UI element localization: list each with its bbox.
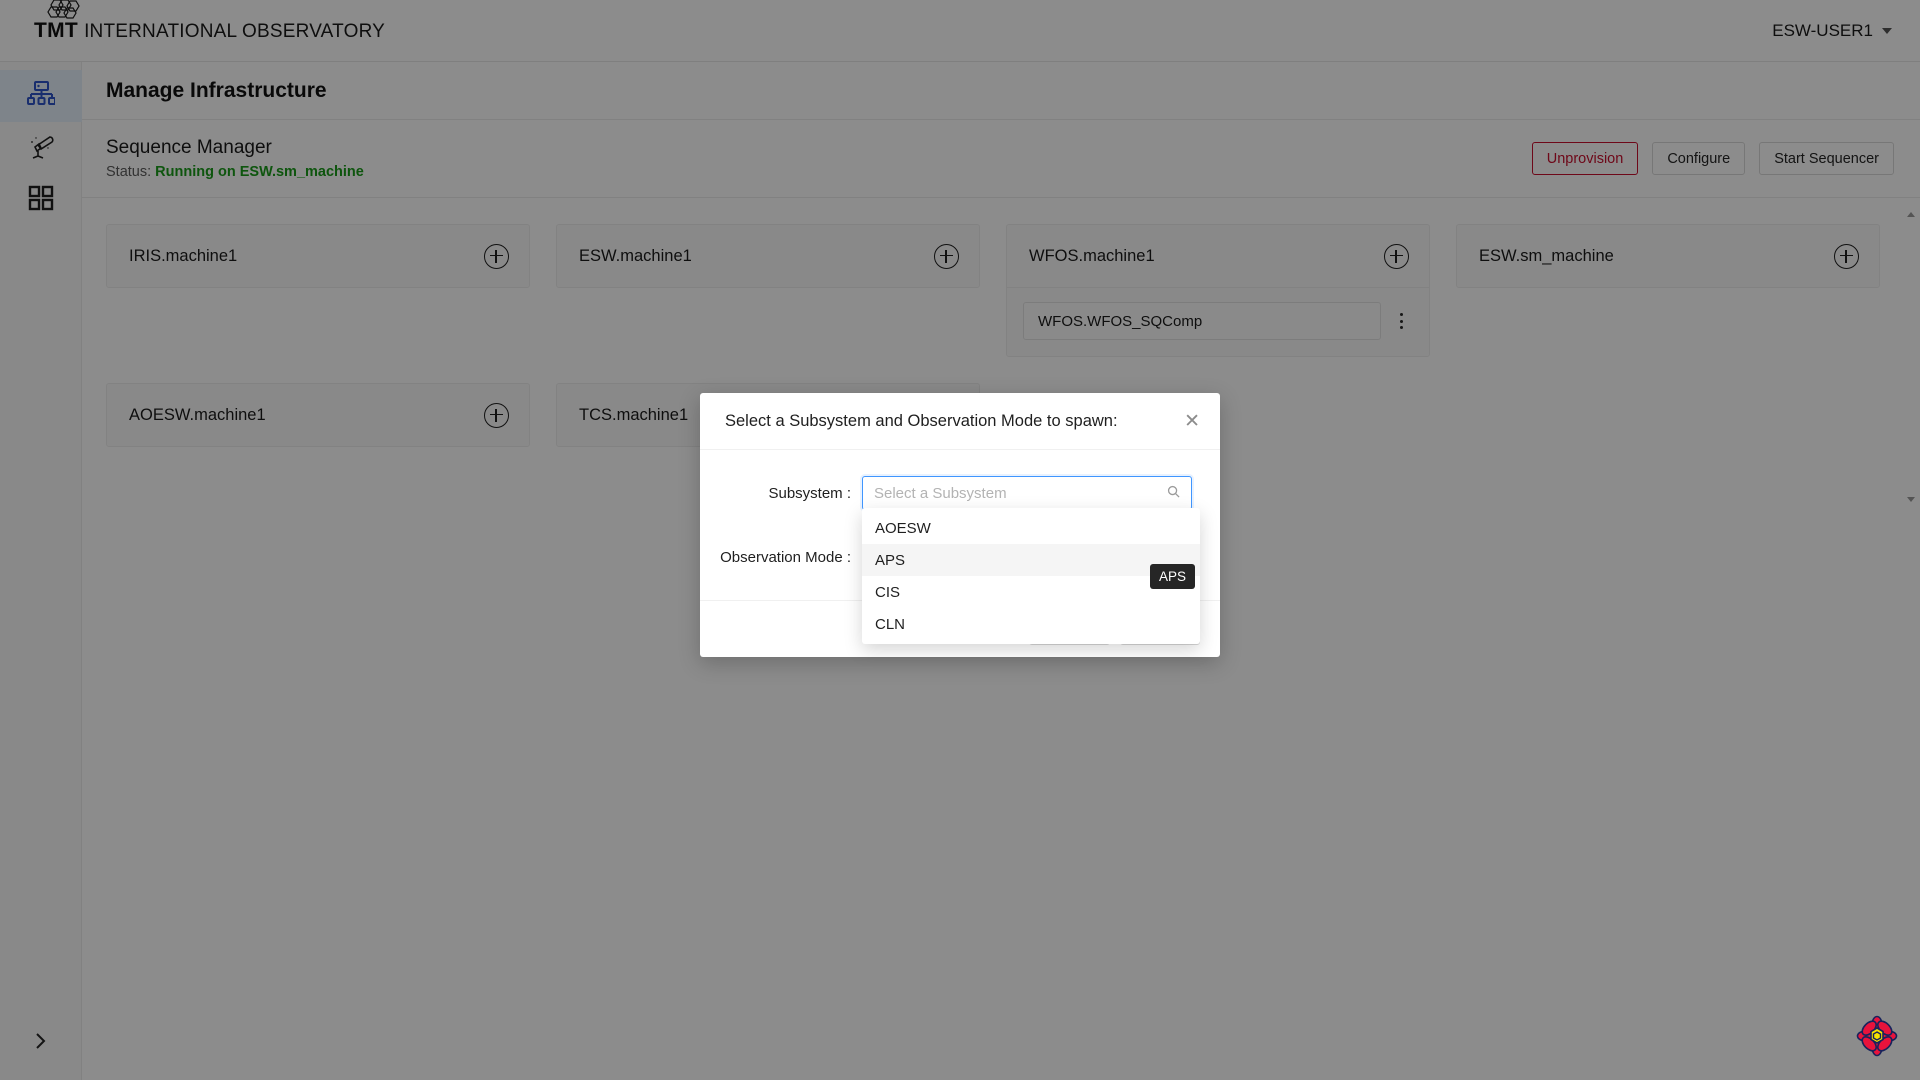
modal-title: Select a Subsystem and Observation Mode … bbox=[725, 411, 1118, 430]
dropdown-option[interactable]: CLN bbox=[862, 608, 1200, 640]
search-icon bbox=[1167, 485, 1180, 501]
subsystem-label: Subsystem : bbox=[768, 484, 851, 502]
form-row-subsystem: Subsystem : Select a Subsystem bbox=[700, 476, 1192, 510]
subsystem-select-input[interactable]: Select a Subsystem bbox=[862, 476, 1192, 510]
close-x-icon[interactable]: ✕ bbox=[1184, 412, 1200, 431]
tooltip: APS bbox=[1150, 564, 1196, 589]
observation-mode-label: Observation Mode : bbox=[720, 548, 851, 566]
dropdown-option[interactable]: AOESW bbox=[862, 512, 1200, 544]
subsystem-placeholder: Select a Subsystem bbox=[874, 484, 1007, 502]
modal-header: Select a Subsystem and Observation Mode … bbox=[700, 393, 1220, 450]
flower-rosette-logo-icon bbox=[1856, 1015, 1898, 1062]
